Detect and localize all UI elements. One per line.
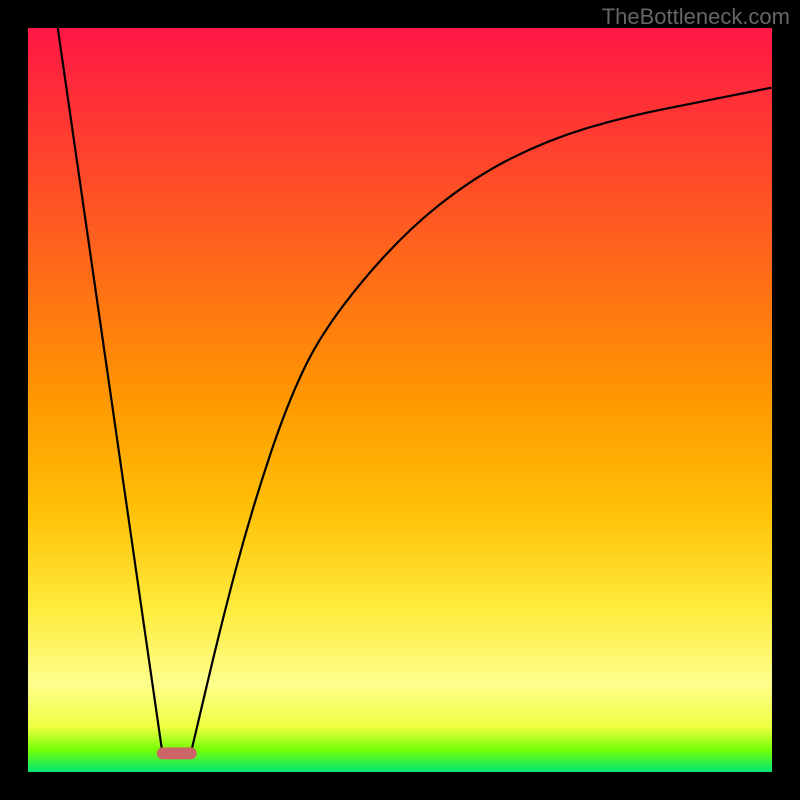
optimal-marker — [157, 747, 197, 759]
chart-svg — [0, 0, 800, 800]
watermark-text: TheBottleneck.com — [602, 4, 790, 30]
plot-background — [28, 28, 772, 772]
